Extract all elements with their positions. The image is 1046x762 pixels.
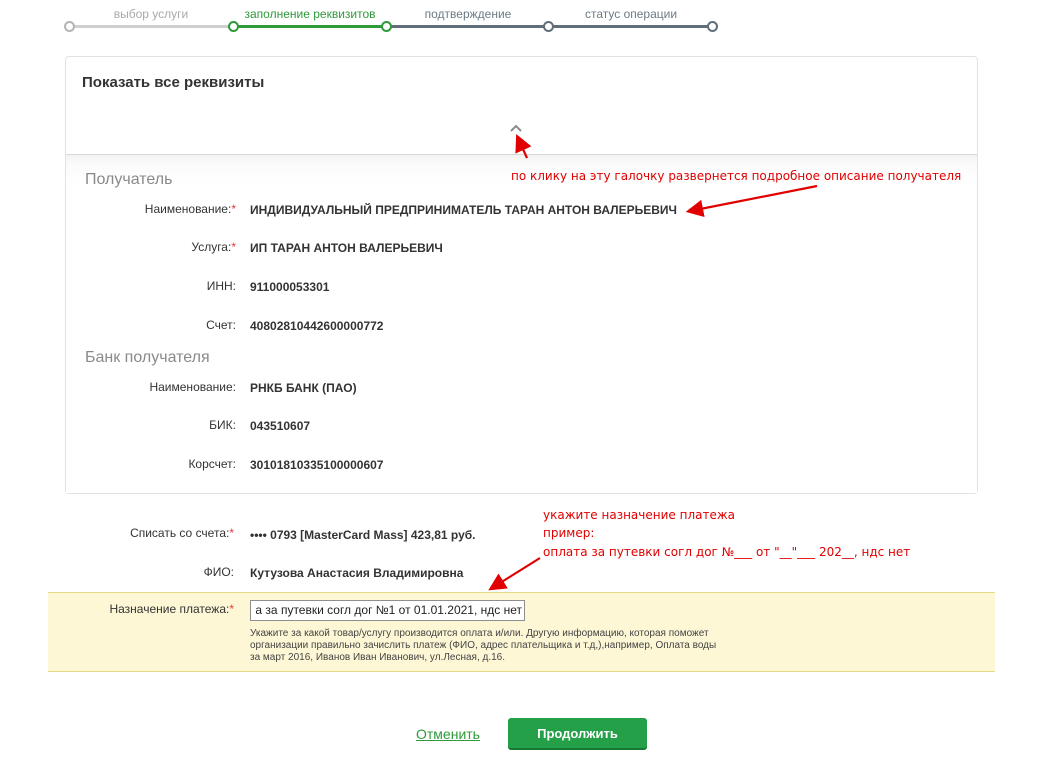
row-value: 043510607 (250, 419, 311, 433)
payment-purpose-hint: Укажите за какой товар/услугу производит… (250, 628, 717, 663)
arrow-to-purpose-input (488, 557, 541, 591)
step-fill-details: заполнение реквизитов (244, 7, 376, 21)
step-dot-1 (64, 21, 75, 32)
row-label: Услуга: (191, 240, 232, 254)
cancel-link[interactable]: Отменить (416, 726, 480, 742)
bank-section-title: Банк получателя (85, 349, 210, 366)
annotation-purpose-line3: оплата за путевки согл дог №___ от "__"_… (543, 545, 911, 559)
step-dot-3 (381, 21, 392, 32)
show-all-details-title: Показать все реквизиты (82, 74, 265, 91)
row-label: БИК: (209, 418, 236, 432)
progress-steps: выбор услуги заполнение реквизитов подтв… (0, 0, 1046, 40)
details-card-body: Получатель Наименование:* ИНДИВИДУАЛЬНЫЙ… (66, 155, 977, 493)
payment-purpose-label: Назначение платежа: (109, 602, 230, 616)
fio-label: ФИО: (203, 565, 234, 579)
row-value: ИНДИВИДУАЛЬНЫЙ ПРЕДПРИНИМАТЕЛЬ ТАРАН АНТ… (250, 203, 677, 217)
row-label: Счет: (206, 318, 236, 332)
annotation-toggle-note: по клику на эту галочку развернется подр… (511, 169, 962, 183)
step-choose-service: выбор услуги (113, 7, 189, 21)
annotation-purpose-line1: укажите назначение платежа (543, 508, 735, 522)
row-value: 30101810335100000607 (250, 458, 384, 472)
row-value: ИП ТАРАН АНТОН ВАЛЕРЬЕВИЧ (250, 241, 443, 255)
payment-purpose-input[interactable]: а за путевки согл дог №1 от 01.01.2021, … (250, 600, 525, 621)
required-mark: * (229, 526, 234, 540)
fio-value: Кутузова Анастасия Владимировна (250, 566, 464, 580)
details-card: Показать все реквизиты Получатель Наимен… (65, 56, 978, 494)
continue-button[interactable]: Продолжить (508, 718, 647, 748)
step-operation-status: статус операции (584, 7, 678, 21)
required-mark: * (231, 240, 236, 254)
step-confirmation: подтверждение (424, 7, 512, 21)
progress-segment-active (233, 25, 386, 28)
row-label: Корсчет: (188, 457, 236, 471)
details-card-header: Показать все реквизиты (66, 57, 977, 155)
row-label: ИНН: (206, 279, 236, 293)
debit-account-label: Списать со счета: (130, 526, 230, 540)
step-dot-5 (707, 21, 718, 32)
row-value: 40802810442600000772 (250, 319, 384, 333)
step-dot-2 (228, 21, 239, 32)
required-mark: * (231, 202, 236, 216)
row-value: 911000053301 (250, 280, 330, 294)
chevron-up-icon[interactable] (508, 121, 524, 133)
debit-account-select[interactable]: •••• 0793 [MasterCard Mass] 423,81 руб. (250, 528, 476, 542)
annotation-purpose-line2: пример: (543, 526, 595, 540)
progress-segment-done (70, 25, 233, 28)
row-label: Наименование: (149, 380, 236, 394)
row-label: Наименование: (144, 202, 232, 216)
row-value: РНКБ БАНК (ПАО) (250, 381, 357, 395)
step-dot-4 (543, 21, 554, 32)
recipient-section-title: Получатель (85, 171, 173, 188)
required-mark: * (229, 602, 234, 616)
